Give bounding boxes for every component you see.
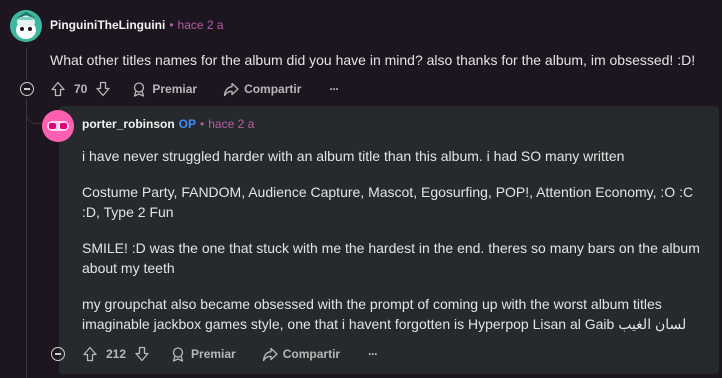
collapse-thread-button[interactable]	[20, 82, 34, 96]
reply-avatar-icon	[42, 110, 74, 142]
comment-body: What other titles names for the album di…	[50, 52, 696, 68]
avatar[interactable]	[10, 10, 42, 42]
reply-avatar[interactable]	[42, 110, 74, 142]
share-button[interactable]: Compartir	[223, 81, 301, 97]
more-icon: ···	[368, 347, 378, 361]
reply-action-row: 212 Premiar Compartir ···	[82, 345, 378, 363]
award-label: Premiar	[191, 347, 236, 361]
downvote-button[interactable]	[134, 346, 150, 362]
award-label: Premiar	[152, 82, 198, 96]
upvote-icon	[50, 81, 66, 97]
vote-score: 212	[106, 347, 127, 361]
upvote-icon	[82, 346, 98, 362]
snoo-avatar-icon	[10, 10, 42, 42]
thread-line	[26, 48, 27, 80]
comment-username[interactable]: PinguiniTheLinguini	[50, 18, 165, 32]
reply-paragraph: SMILE! :D was the one that stuck with me…	[82, 240, 700, 276]
award-button[interactable]: Premiar	[131, 81, 197, 97]
share-label: Compartir	[282, 347, 341, 361]
reply-paragraph: Costume Party, FANDOM, Audience Capture,…	[82, 184, 694, 220]
reply-timestamp[interactable]: hace 2 a	[208, 117, 254, 131]
vote-score: 70	[74, 82, 88, 96]
reply-paragraph: my groupchat also became obsessed with t…	[82, 296, 687, 332]
collapse-reply-button[interactable]	[51, 347, 65, 361]
share-icon	[262, 346, 278, 362]
share-button[interactable]: Compartir	[262, 346, 340, 362]
upvote-button[interactable]	[50, 81, 66, 97]
share-label: Compartir	[244, 82, 302, 96]
comment-timestamp[interactable]: hace 2 a	[178, 18, 224, 32]
reply-paragraph: i have never struggled harder with an al…	[82, 148, 625, 164]
upvote-button[interactable]	[82, 346, 98, 362]
award-icon	[131, 81, 147, 97]
award-button[interactable]: Premiar	[170, 346, 236, 362]
comment-action-row: 70 Premiar Compartir ···	[50, 80, 339, 98]
share-icon	[223, 81, 239, 97]
more-options-button[interactable]: ···	[329, 82, 339, 96]
downvote-icon	[95, 81, 111, 97]
meta-separator: •	[200, 117, 205, 131]
reply-body: i have never struggled harder with an al…	[82, 146, 704, 334]
more-icon: ···	[329, 82, 339, 96]
more-options-button[interactable]: ···	[368, 347, 378, 361]
downvote-button[interactable]	[95, 81, 111, 97]
meta-separator: •	[169, 18, 174, 32]
award-icon	[170, 346, 186, 362]
thread-branch	[26, 108, 42, 124]
reply-username[interactable]: porter_robinson	[82, 117, 175, 131]
op-badge: OP	[178, 117, 197, 131]
downvote-icon	[134, 346, 150, 362]
thread-line	[26, 98, 27, 378]
